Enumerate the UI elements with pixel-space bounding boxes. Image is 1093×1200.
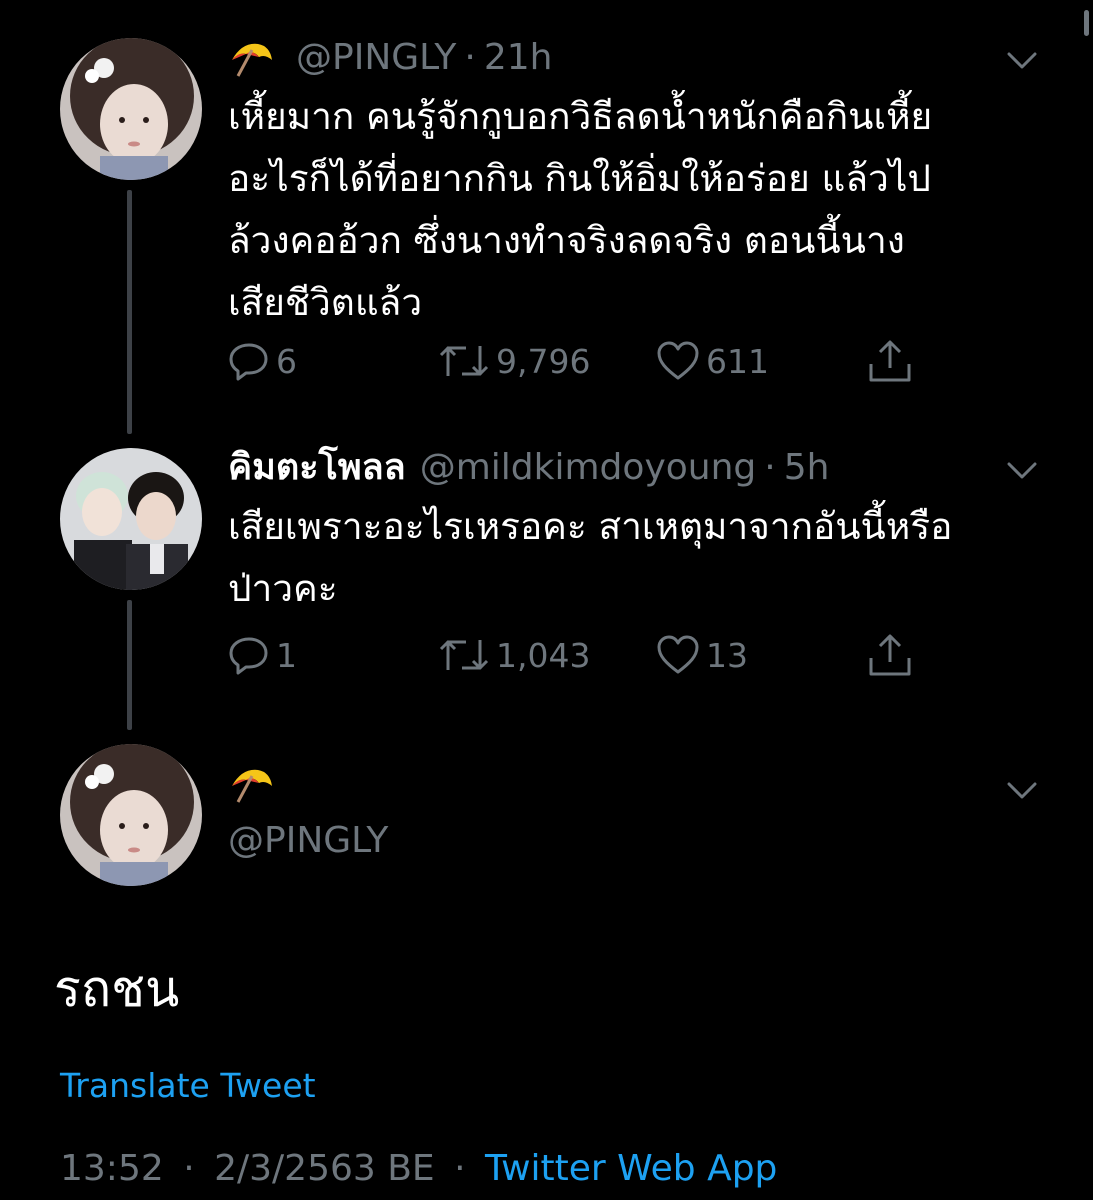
translate-tweet-link[interactable]: Translate Tweet (60, 1066, 316, 1105)
separator: · (764, 447, 776, 488)
tweet-text-line: ป่าวคะ (228, 567, 338, 610)
tweet-header: @PINGLY · 21h (228, 38, 553, 78)
retweet-icon (439, 346, 489, 376)
separator: · (183, 1148, 195, 1189)
separator: · (464, 37, 476, 78)
tweet-text: เสียเพราะอะไรเหรอคะ สาเหตุมาจากอันนี้หรื… (228, 496, 952, 620)
tweet-meta: 13:52 · 2/3/2563 BE · Twitter Web App (60, 1148, 777, 1189)
thread-line (127, 190, 132, 434)
avatar-pingly[interactable] (60, 744, 202, 886)
tweet-text-line: เสียชีวิตแล้ว (228, 281, 423, 324)
avatar-mildkimdoyoung[interactable] (60, 448, 202, 590)
tweet-text-line: อะไรก็ได้ที่อยากกิน กินให้อิ่มให้อร่อย แ… (228, 157, 931, 200)
tweet-text-line: เสียเพราะอะไรเหรอคะ สาเหตุมาจากอันนี้หรื… (228, 505, 953, 548)
share-button[interactable] (866, 336, 920, 386)
retweet-icon (439, 640, 489, 670)
retweet-button[interactable]: 1,043 (438, 630, 590, 680)
share-button[interactable] (866, 630, 920, 680)
chevron-down-icon[interactable] (1005, 50, 1039, 72)
like-button[interactable]: 611 (656, 336, 769, 386)
tweet-text-line: ล้วงคออ้วก ซึ่งนางทำจริงลดจริง ตอนนี้นาง (228, 219, 905, 262)
like-count: 611 (706, 341, 769, 381)
like-button[interactable]: 13 (656, 630, 748, 680)
tweet-date[interactable]: 2/3/2563 BE (214, 1148, 435, 1189)
retweet-count: 1,043 (496, 635, 591, 675)
timestamp[interactable]: 21h (484, 38, 553, 78)
scrollbar[interactable] (1084, 10, 1089, 36)
tweet-header: คิมตะโพลล @mildkimdoyoung · 5h (228, 448, 829, 488)
heart-icon (657, 341, 699, 380)
retweet-button[interactable]: 9,796 (438, 336, 590, 386)
handle[interactable]: @PINGLY (228, 820, 388, 861)
handle[interactable]: @PINGLY (296, 38, 456, 78)
reply-count: 1 (276, 635, 297, 675)
like-count: 13 (706, 635, 748, 675)
source-app-link[interactable]: Twitter Web App (485, 1148, 777, 1189)
reply-icon (229, 637, 268, 675)
retweet-count: 9,796 (496, 341, 591, 381)
separator: · (454, 1148, 466, 1189)
avatar-pingly[interactable] (60, 38, 202, 180)
tweet-actions: 1 1,043 13 (228, 630, 928, 680)
tweet-text: เหี้ยมาก คนรู้จักกูบอกวิธีลดน้ำหนักคือกิ… (228, 86, 932, 334)
reply-button[interactable]: 6 (228, 336, 297, 386)
heart-icon (657, 635, 699, 674)
tweet-text-line: เหี้ยมาก คนรู้จักกูบอกวิธีลดน้ำหนักคือกิ… (228, 95, 933, 138)
main-tweet-text: รถชน (54, 960, 180, 1018)
tweet-time[interactable]: 13:52 (60, 1148, 164, 1189)
timestamp[interactable]: 5h (784, 448, 830, 488)
chevron-down-icon[interactable] (1005, 780, 1039, 802)
handle[interactable]: @mildkimdoyoung (420, 448, 757, 488)
umbrella-emoji-icon (228, 764, 274, 804)
umbrella-emoji-icon (228, 38, 274, 78)
display-name[interactable]: คิมตะโพลล (228, 448, 406, 488)
reply-icon (229, 343, 268, 381)
share-icon (869, 340, 911, 382)
thread-line (127, 600, 132, 730)
share-icon (869, 634, 911, 676)
reply-count: 6 (276, 341, 297, 381)
chevron-down-icon[interactable] (1005, 460, 1039, 482)
tweet-actions: 6 9,796 611 (228, 336, 928, 386)
reply-button[interactable]: 1 (228, 630, 297, 680)
